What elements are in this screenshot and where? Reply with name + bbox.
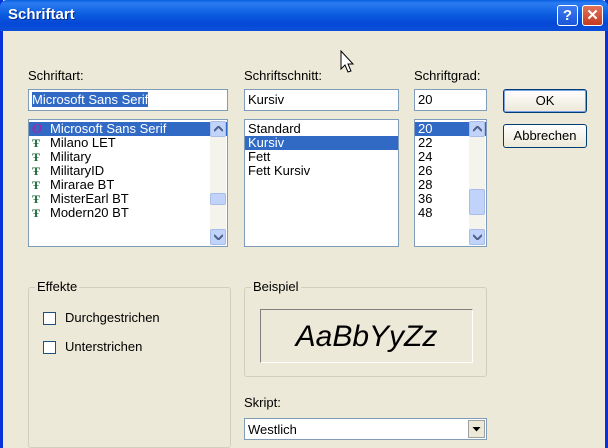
size-list-scrollbar[interactable] xyxy=(469,121,485,245)
font-dialog: Schriftart ? ✕ Schriftart: Microsoft San… xyxy=(0,0,608,448)
list-item[interactable]: Ŧ MisterEarl BT xyxy=(29,191,227,207)
chevron-up-icon xyxy=(214,126,223,132)
scroll-up-arrow[interactable] xyxy=(210,121,226,137)
font-name: Microsoft Sans Serif xyxy=(50,121,167,136)
scroll-up-arrow[interactable] xyxy=(469,121,485,137)
close-icon: ✕ xyxy=(586,7,599,24)
font-label: Schriftart: xyxy=(28,68,84,83)
truetype-font-icon: Ŧ xyxy=(32,136,41,150)
size-list[interactable]: 20 22 24 26 28 36 48 xyxy=(414,119,487,247)
effects-label: Effekte xyxy=(35,279,80,294)
chevron-down-icon xyxy=(214,234,223,240)
size-input[interactable]: 20 xyxy=(414,89,487,111)
scroll-down-arrow[interactable] xyxy=(469,229,485,245)
font-list-scrollbar[interactable] xyxy=(210,121,226,245)
truetype-font-icon: Ŧ xyxy=(32,150,41,164)
script-label: Skript: xyxy=(244,395,281,410)
scroll-thumb[interactable] xyxy=(469,189,485,215)
list-item[interactable]: Standard xyxy=(245,122,398,136)
style-list[interactable]: Standard Kursiv Fett Fett Kursiv xyxy=(244,119,399,247)
font-name: Military xyxy=(50,149,92,164)
script-dropdown-button[interactable] xyxy=(468,420,485,438)
list-item[interactable]: Ŧ Milano LET xyxy=(29,135,227,151)
title-bar[interactable]: Schriftart ? ✕ xyxy=(0,0,608,31)
opentype-font-icon: O xyxy=(32,122,43,137)
list-item[interactable]: Ŧ Modern20 BT xyxy=(29,205,227,221)
list-item[interactable]: Fett xyxy=(245,150,398,164)
font-name: Milano LET xyxy=(50,135,116,150)
underline-checkbox[interactable] xyxy=(43,341,56,354)
strikeout-label: Durchgestrichen xyxy=(65,310,160,325)
font-name: MilitaryID xyxy=(50,163,105,178)
truetype-font-icon: Ŧ xyxy=(32,164,41,178)
font-list-items: O Microsoft Sans Serif Ŧ Milano LET Ŧ Militar… xyxy=(29,120,227,220)
list-item[interactable]: Ŧ Mirarae BT xyxy=(29,177,227,193)
font-list[interactable]: O Microsoft Sans Serif Ŧ Milano LET Ŧ Militar… xyxy=(28,119,228,247)
truetype-font-icon: Ŧ xyxy=(32,192,41,206)
list-item[interactable]: Ŧ Military xyxy=(29,149,227,165)
dialog-title: Schriftart xyxy=(8,6,75,23)
scroll-down-arrow[interactable] xyxy=(210,229,226,245)
style-list-items: Standard Kursiv Fett Fett Kursiv xyxy=(245,120,398,178)
sample-group: Beispiel AaBbYyZz xyxy=(244,279,487,377)
close-button[interactable]: ✕ xyxy=(582,5,603,26)
list-item[interactable]: Fett Kursiv xyxy=(245,164,398,178)
font-name: MisterEarl BT xyxy=(50,191,129,206)
cancel-button[interactable]: Abbrechen xyxy=(503,124,587,148)
size-label: Schriftgrad: xyxy=(414,68,481,83)
truetype-font-icon: Ŧ xyxy=(32,178,41,192)
font-name: Mirarae BT xyxy=(50,177,115,192)
font-input[interactable]: Microsoft Sans Serif xyxy=(28,89,228,111)
font-input-value: Microsoft Sans Serif xyxy=(32,92,149,107)
font-name: Modern20 BT xyxy=(50,205,129,220)
effects-group: Effekte Durchgestrichen Unterstrichen xyxy=(28,279,231,448)
mouse-cursor-icon xyxy=(340,50,355,73)
list-item[interactable]: O Microsoft Sans Serif xyxy=(29,121,227,137)
chevron-down-icon xyxy=(473,234,482,240)
list-item[interactable]: Ŧ MilitaryID xyxy=(29,163,227,179)
style-input[interactable]: Kursiv xyxy=(244,89,399,111)
underline-label: Unterstrichen xyxy=(65,339,143,354)
list-item[interactable]: Kursiv xyxy=(245,136,398,150)
script-select[interactable]: Westlich xyxy=(244,418,487,440)
truetype-font-icon: Ŧ xyxy=(32,206,41,220)
ok-button[interactable]: OK xyxy=(503,89,587,113)
chevron-up-icon xyxy=(473,126,482,132)
sample-preview: AaBbYyZz xyxy=(260,309,473,363)
style-label: Schriftschnitt: xyxy=(244,68,323,83)
chevron-down-icon xyxy=(472,427,481,432)
sample-label: Beispiel xyxy=(251,279,301,294)
strikeout-checkbox[interactable] xyxy=(43,312,56,325)
help-button[interactable]: ? xyxy=(557,5,578,26)
scroll-thumb[interactable] xyxy=(210,193,226,205)
script-value: Westlich xyxy=(248,422,297,437)
